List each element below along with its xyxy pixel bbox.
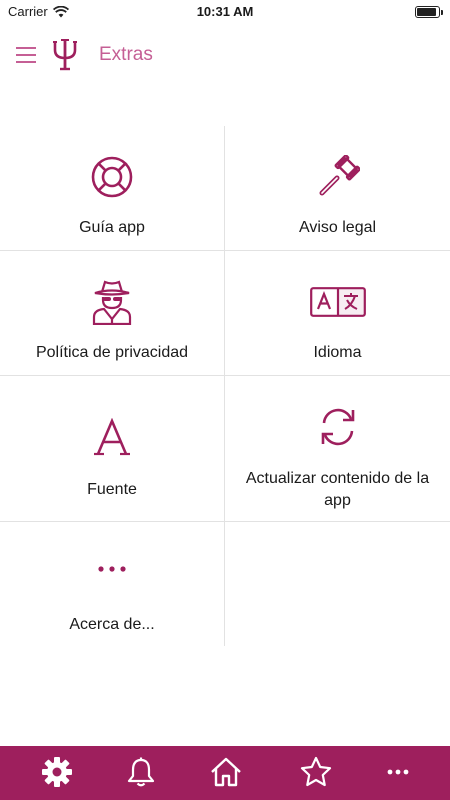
home-icon[interactable] bbox=[210, 756, 242, 788]
psi-logo-icon bbox=[53, 39, 77, 71]
bell-icon[interactable] bbox=[125, 756, 157, 788]
settings-icon[interactable] bbox=[41, 756, 73, 788]
refresh-icon bbox=[321, 408, 354, 446]
grid-item-label: Acerca de... bbox=[69, 616, 155, 633]
grid-item-idioma[interactable]: Idioma bbox=[225, 251, 450, 375]
spy-icon bbox=[92, 280, 132, 325]
grid-item-aviso-legal[interactable]: Aviso legal bbox=[225, 126, 450, 250]
font-icon bbox=[94, 418, 130, 456]
translate-icon bbox=[309, 287, 366, 317]
battery-icon bbox=[415, 6, 443, 18]
battery-fill bbox=[417, 8, 436, 16]
more-icon bbox=[98, 566, 126, 572]
status-time: 10:31 AM bbox=[196, 4, 254, 19]
app-header: Extras bbox=[0, 24, 450, 88]
battery-nub bbox=[441, 10, 443, 15]
more-icon[interactable] bbox=[382, 756, 414, 788]
hamburger-menu-icon[interactable] bbox=[14, 44, 38, 66]
grid-item-label: Política de privacidad bbox=[35, 344, 189, 361]
grid-item-label: Actualizar contenido de la app bbox=[245, 470, 430, 509]
grid-item-label: Fuente bbox=[87, 481, 137, 498]
grid-item-actualizar[interactable]: Actualizar contenido de la app bbox=[225, 376, 450, 521]
star-icon[interactable] bbox=[300, 756, 332, 788]
status-bar: Carrier 10:31 AM bbox=[0, 0, 450, 24]
grid-item-acerca-de[interactable]: Acerca de... bbox=[0, 522, 224, 646]
grid-item-label: Guía app bbox=[79, 219, 145, 236]
grid-item-fuente[interactable]: Fuente bbox=[0, 376, 224, 521]
grid-item-guia-app[interactable]: Guía app bbox=[0, 126, 224, 250]
grid-item-politica-privacidad[interactable]: Política de privacidad bbox=[0, 251, 224, 375]
grid-item-label: Aviso legal bbox=[298, 219, 377, 236]
lifebuoy-icon bbox=[91, 156, 133, 198]
page-title: Extras bbox=[99, 44, 153, 65]
bottom-tab-bar bbox=[0, 746, 450, 800]
grid-item-label: Idioma bbox=[313, 344, 362, 361]
gavel-icon bbox=[319, 155, 360, 196]
